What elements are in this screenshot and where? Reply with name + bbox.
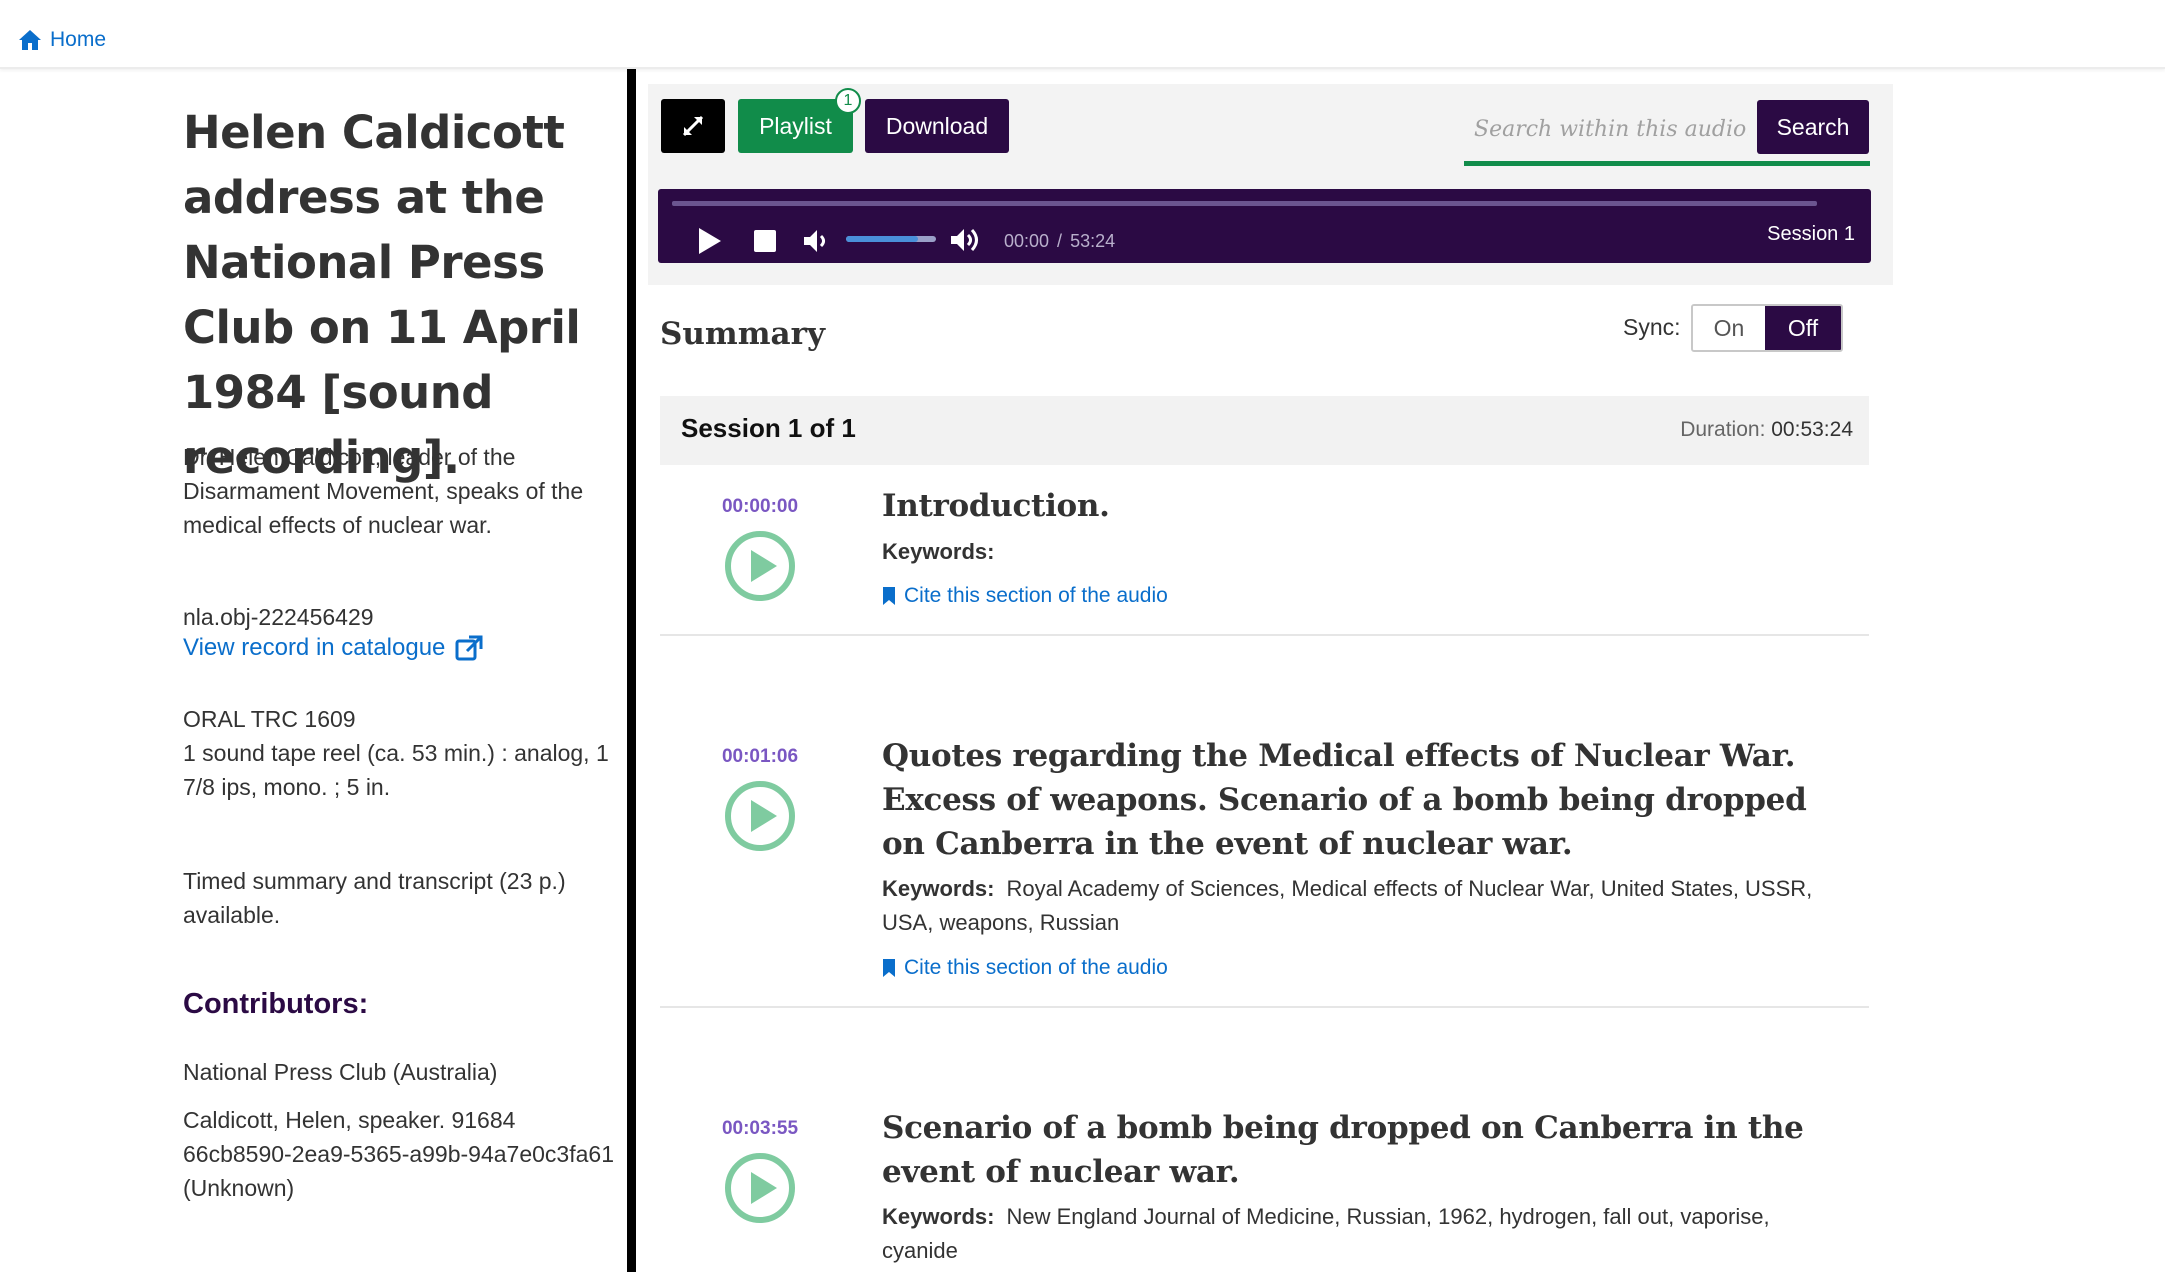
entry-keywords: Keywords: (882, 535, 1822, 569)
session-duration: Duration: 00:53:24 (1680, 418, 1853, 442)
panel-divider[interactable] (627, 69, 636, 1272)
cite-link[interactable]: Cite this section of the audio (882, 956, 1168, 980)
play-circle-icon[interactable] (724, 780, 796, 852)
play-circle-icon[interactable] (724, 1152, 796, 1224)
search-button[interactable]: Search (1757, 100, 1869, 154)
volume-up-icon (951, 228, 978, 252)
keywords-value: Royal Academy of Sciences, Medical effec… (882, 876, 1813, 935)
keywords-label: Keywords: (882, 539, 995, 564)
summary-heading: Summary (660, 316, 825, 352)
session-name: Session 1 (1767, 223, 1855, 245)
playlist-count-badge: 1 (835, 88, 861, 114)
call-number: ORAL TRC 1609 (183, 706, 356, 732)
summary-entry: 00:03:55 Scenario of a bomb being droppe… (660, 1102, 1869, 1272)
stop-button[interactable] (750, 226, 780, 256)
search-input[interactable] (1464, 99, 1748, 159)
volume-down-button[interactable] (800, 225, 834, 257)
volume-level (846, 236, 918, 242)
play-circle-icon[interactable] (724, 530, 796, 602)
contributor-item: Caldicott, Helen, speaker. 91684 66cb859… (183, 1107, 614, 1201)
duration-label: Duration: (1680, 418, 1766, 441)
sync-label: Sync: (1623, 314, 1681, 340)
entry-divider (660, 634, 1869, 636)
search-button-label: Search (1776, 113, 1850, 140)
time-separator: / (1057, 231, 1063, 251)
record-description: Dr. Helen Caldicott, leader of the Disar… (183, 444, 584, 538)
record-title: Helen Caldicott address at the National … (183, 106, 581, 484)
bookmark-icon (883, 959, 895, 977)
physical-description: 1 sound tape reel (ca. 53 min.) : analog… (183, 740, 609, 800)
entry-timestamp[interactable]: 00:00:00 (660, 496, 860, 518)
play-icon (699, 228, 721, 254)
playlist-label: Playlist (759, 112, 832, 139)
top-navbar: Home (0, 0, 2165, 69)
home-icon (19, 30, 41, 50)
summary-entry: 00:00:00 Introduction. Keywords: Cite th… (660, 480, 1869, 640)
contributor-item: National Press Club (Australia) (183, 1059, 498, 1085)
view-catalogue-label: View record in catalogue (183, 634, 446, 661)
total-time: 53:24 (1070, 231, 1116, 251)
cite-link[interactable]: Cite this section of the audio (882, 584, 1168, 608)
entry-keywords: Keywords: New England Journal of Medicine… (882, 1200, 1822, 1268)
session-header: Session 1 of 1 Duration: 00:53:24 (660, 396, 1869, 465)
home-link-label: Home (50, 28, 107, 51)
external-link-icon (455, 635, 483, 661)
expand-button[interactable] (661, 99, 725, 153)
expand-icon (682, 115, 704, 137)
sync-on-button[interactable]: On (1693, 306, 1765, 350)
download-label: Download (885, 112, 989, 139)
contributors-heading: Contributors: (183, 988, 369, 1020)
summary-entry: 00:01:06 Quotes regarding the Medical ef… (660, 730, 1869, 1010)
volume-slider[interactable] (846, 236, 936, 242)
duration-value: 00:53:24 (1771, 418, 1853, 441)
cite-label: Cite this section of the audio (904, 584, 1168, 607)
summary-note: Timed summary and transcript (23 p.) ava… (183, 868, 566, 928)
sync-toggle: On Off (1691, 304, 1843, 352)
keywords-label: Keywords: (882, 876, 995, 901)
keywords-label: Keywords: (882, 1204, 995, 1229)
play-button[interactable] (694, 225, 726, 257)
bookmark-icon (883, 587, 895, 605)
entry-timestamp[interactable]: 00:01:06 (660, 746, 860, 768)
keywords-value: New England Journal of Medicine, Russian… (882, 1204, 1770, 1263)
sync-off-button[interactable]: Off (1765, 306, 1841, 350)
volume-up-button[interactable] (948, 224, 984, 256)
object-id: nla.obj-222456429 (183, 604, 374, 630)
current-time: 00:00 (1004, 231, 1050, 251)
download-button[interactable]: Download (865, 99, 1009, 153)
home-link[interactable]: Home (18, 28, 106, 52)
progress-bar[interactable] (672, 201, 1817, 206)
time-display: 00:00 / 53:24 (1004, 231, 1115, 252)
entry-title: Scenario of a bomb being dropped on Canb… (882, 1110, 1804, 1190)
entry-title: Introduction. (882, 488, 1110, 524)
entry-title: Quotes regarding the Medical effects of … (882, 738, 1807, 862)
entry-timestamp[interactable]: 00:03:55 (660, 1118, 860, 1140)
audio-player: 00:00 / 53:24 Session 1 (658, 189, 1871, 263)
view-catalogue-link[interactable]: View record in catalogue (183, 634, 483, 662)
search-underline (1464, 161, 1870, 166)
entry-divider (660, 1006, 1869, 1008)
entry-keywords: Keywords: Royal Academy of Sciences, Medi… (882, 872, 1822, 940)
cite-label: Cite this section of the audio (904, 956, 1168, 979)
stop-icon (754, 230, 776, 252)
audio-search: Search (1464, 99, 1870, 167)
volume-down-icon (804, 230, 825, 252)
session-title: Session 1 of 1 (681, 413, 856, 443)
